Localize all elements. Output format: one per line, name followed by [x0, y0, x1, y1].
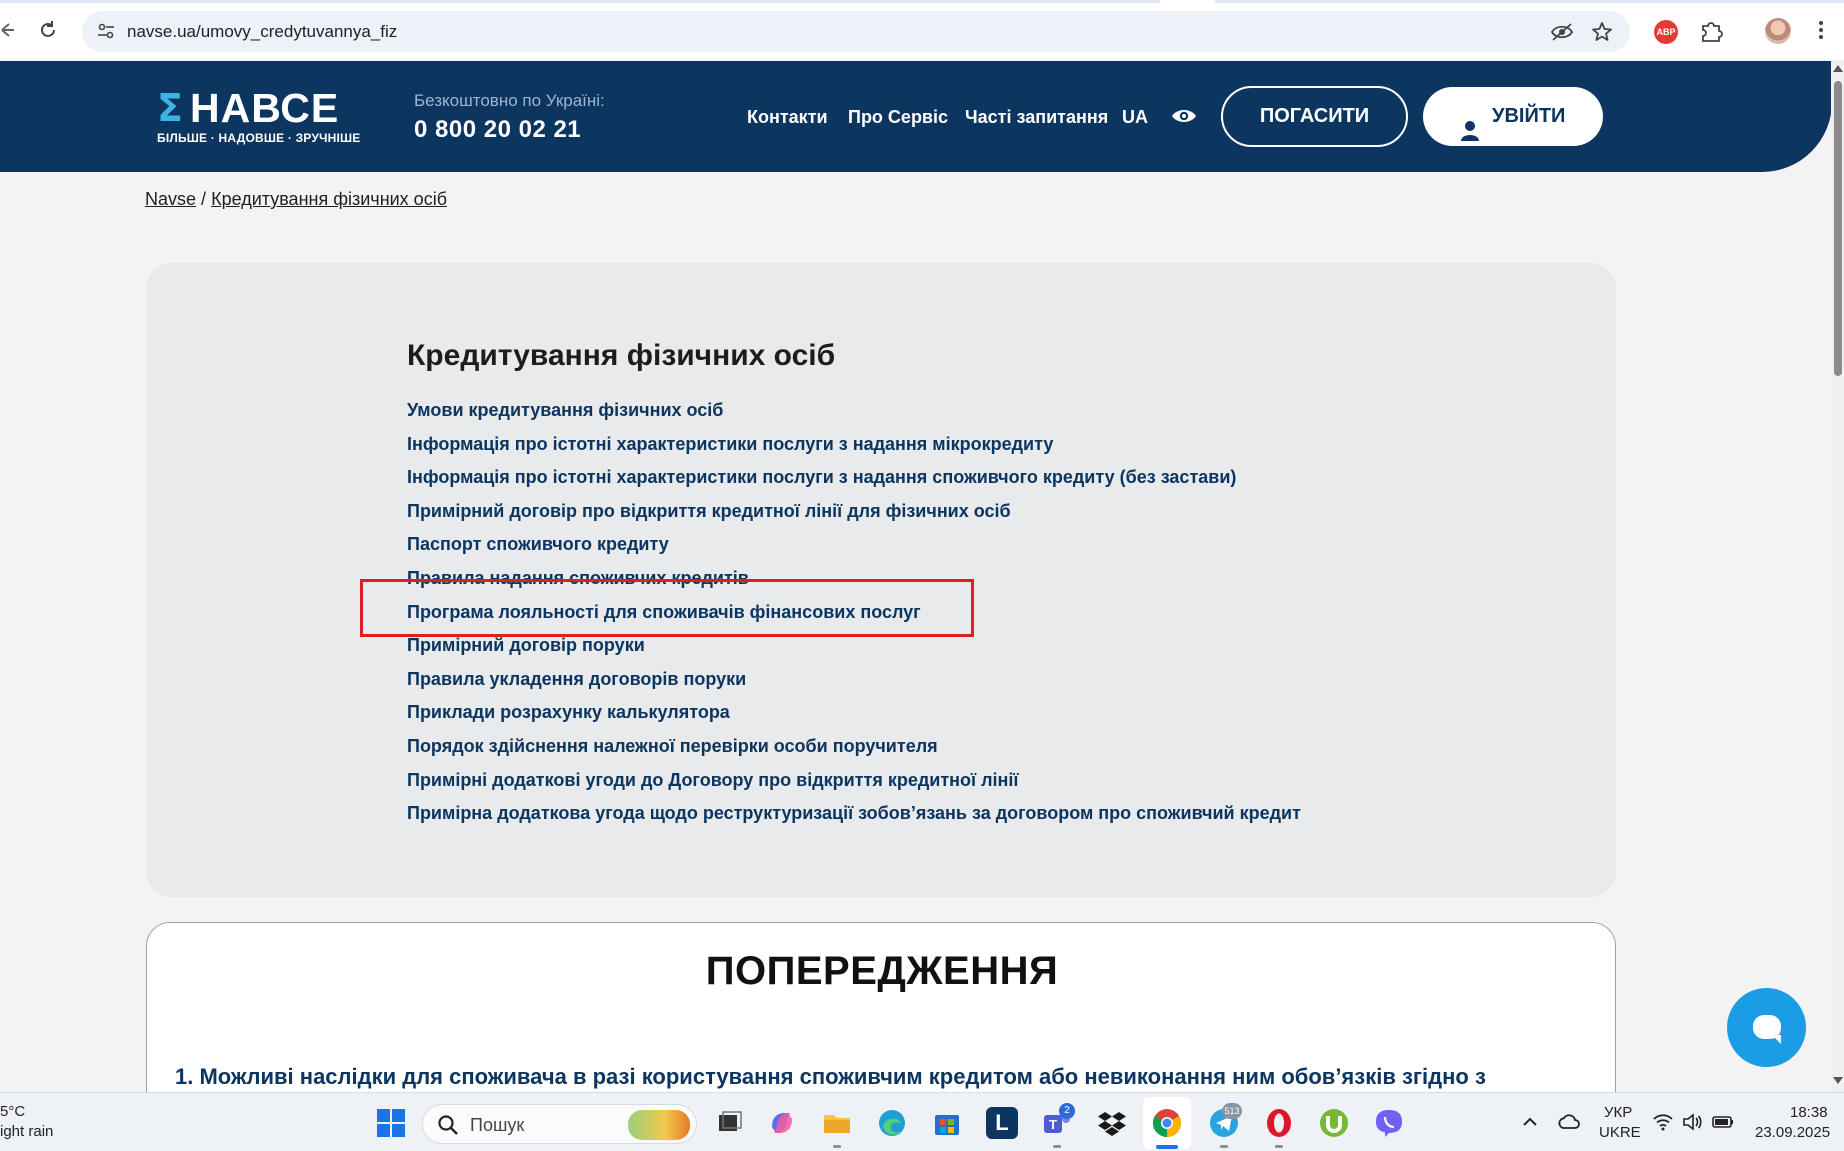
- doc-link-credit-passport[interactable]: Паспорт споживчого кредиту: [407, 533, 1301, 567]
- chrome-icon[interactable]: [1151, 1107, 1183, 1139]
- search-highlight-illustration: [628, 1110, 690, 1140]
- running-indicator: [1220, 1145, 1228, 1148]
- site-logo[interactable]: Σ НАВСЕ БІЛЬШЕ · НАДОВШЕ · ЗРУЧНІШЕ: [157, 86, 382, 146]
- site-info-icon[interactable]: [96, 21, 116, 41]
- onedrive-cloud-icon[interactable]: [1557, 1111, 1581, 1133]
- doc-link-guarantor-check[interactable]: Порядок здійснення належної перевірки ос…: [407, 735, 1301, 769]
- scroll-up-arrow-icon[interactable]: [1833, 65, 1843, 72]
- input-language-bottom[interactable]: UKRE: [1599, 1124, 1641, 1141]
- browser-toolbar: navse.ua/umovy_credytuvannya_fiz ABP: [0, 0, 1844, 60]
- login-button[interactable]: УВІЙТИ: [1423, 87, 1603, 146]
- tracking-protection-eye-icon[interactable]: [1550, 21, 1574, 43]
- active-app-indicator: [1156, 1145, 1178, 1149]
- user-icon: [1461, 106, 1479, 141]
- doc-link-lending-terms[interactable]: Умови кредитування фізичних осіб: [407, 399, 1301, 433]
- weather-description[interactable]: ight rain: [0, 1123, 53, 1140]
- accessibility-eye-icon[interactable]: [1171, 107, 1197, 125]
- logo-sigma-mark: Σ: [157, 86, 183, 130]
- telegram-unread-badge: 513: [1222, 1103, 1242, 1119]
- logo-tagline: БІЛЬШЕ · НАДОВШЕ · ЗРУЧНІШЕ: [157, 131, 361, 145]
- reload-icon[interactable]: [36, 18, 60, 42]
- volume-icon[interactable]: [1681, 1111, 1703, 1133]
- dropbox-icon[interactable]: [1096, 1107, 1128, 1139]
- address-bar[interactable]: navse.ua/umovy_credytuvannya_fiz: [82, 11, 1630, 52]
- svg-text:T: T: [1049, 1117, 1057, 1132]
- tab-strip-edge: [0, 0, 1844, 3]
- os-taskbar: 5°C ight rain Пошук L T 2 513 УКР UKRE 1…: [0, 1092, 1844, 1151]
- copilot-icon[interactable]: [766, 1107, 798, 1139]
- teams-notification-badge: 2: [1059, 1103, 1075, 1119]
- battery-icon[interactable]: [1711, 1111, 1735, 1133]
- clock-date[interactable]: 23.09.2025: [1755, 1124, 1830, 1141]
- warning-item: 1. Можливі наслідки для споживача в разі…: [175, 1064, 1486, 1089]
- show-hidden-icons-chevron-icon[interactable]: [1519, 1111, 1541, 1133]
- doc-link-restructuring-agreement[interactable]: Примірна додаткова угода щодо реструктур…: [407, 802, 1301, 836]
- back-arrow-icon[interactable]: [0, 20, 14, 40]
- page-scrollbar[interactable]: [1831, 61, 1844, 1092]
- highlight-annotation-box: [360, 579, 974, 637]
- language-switcher[interactable]: UA: [1122, 107, 1148, 128]
- weather-temperature[interactable]: 5°C: [0, 1103, 25, 1120]
- extensions-puzzle-icon[interactable]: [1698, 18, 1724, 44]
- breadcrumb-current[interactable]: Кредитування фізичних осіб: [211, 189, 447, 209]
- task-view-icon[interactable]: [713, 1107, 745, 1139]
- hotline-label: Безкоштовно по Україні:: [414, 91, 605, 110]
- repay-button[interactable]: ПОГАСИТИ: [1221, 86, 1408, 147]
- section-title: Кредитування фізичних осіб: [407, 339, 836, 372]
- running-indicator: [1275, 1145, 1283, 1148]
- logo-wordmark: НАВСЕ: [190, 85, 340, 131]
- doc-link-supplementary-agreements[interactable]: Примірні додаткові угоди до Договору про…: [407, 769, 1301, 803]
- doc-link-microcredit-info[interactable]: Інформація про істотні характеристики по…: [407, 433, 1301, 467]
- browser-menu-icon[interactable]: [1816, 18, 1826, 44]
- adblock-plus-icon[interactable]: ABP: [1654, 20, 1678, 44]
- microsoft-store-icon[interactable]: [931, 1107, 963, 1139]
- doc-link-guarantee-rules[interactable]: Правила укладення договорів поруки: [407, 668, 1301, 702]
- nav-contacts[interactable]: Контакти: [747, 107, 828, 128]
- breadcrumb: Navse / Кредитування фізичних осіб: [145, 189, 447, 210]
- breadcrumb-home[interactable]: Navse: [145, 189, 196, 209]
- breadcrumb-separator: /: [201, 189, 207, 209]
- clock-time[interactable]: 18:38: [1790, 1104, 1828, 1121]
- running-indicator: [1053, 1145, 1061, 1148]
- search-icon: [437, 1114, 459, 1136]
- login-button-label: УВІЙТИ: [1492, 105, 1566, 127]
- taskbar-search[interactable]: Пошук: [422, 1104, 697, 1144]
- scroll-down-arrow-icon[interactable]: [1833, 1077, 1843, 1084]
- search-placeholder: Пошук: [470, 1115, 525, 1135]
- doc-link-consumer-credit-info[interactable]: Інформація про істотні характеристики по…: [407, 466, 1301, 500]
- file-explorer-icon[interactable]: [821, 1107, 853, 1139]
- doc-link-guarantee-agreement[interactable]: Примірний договір поруки: [407, 634, 1301, 668]
- hotline-number[interactable]: 0 800 20 02 21: [414, 116, 581, 144]
- viber-icon[interactable]: [1373, 1107, 1405, 1139]
- nav-faq[interactable]: Часті запитання: [965, 107, 1108, 128]
- edge-browser-icon[interactable]: [876, 1107, 908, 1139]
- chat-button[interactable]: [1727, 988, 1806, 1067]
- bookmark-star-icon[interactable]: [1590, 20, 1614, 44]
- utorrent-icon[interactable]: [1318, 1107, 1350, 1139]
- wifi-icon[interactable]: [1652, 1111, 1674, 1133]
- running-indicator: [833, 1145, 841, 1148]
- chat-bubble-icon: [1753, 1015, 1781, 1044]
- site-header: Σ НАВСЕ БІЛЬШЕ · НАДОВШЕ · ЗРУЧНІШЕ Безк…: [0, 61, 1832, 172]
- profile-avatar[interactable]: [1765, 18, 1791, 44]
- url-text[interactable]: navse.ua/umovy_credytuvannya_fiz: [127, 22, 397, 42]
- lingvo-app-icon[interactable]: L: [986, 1107, 1018, 1139]
- doc-link-calculator-examples[interactable]: Приклади розрахунку калькулятора: [407, 701, 1301, 735]
- nav-about-service[interactable]: Про Сервіс: [848, 107, 948, 128]
- doc-link-credit-line-agreement[interactable]: Примірний договір про відкриття кредитно…: [407, 500, 1301, 534]
- opera-icon[interactable]: [1263, 1107, 1295, 1139]
- windows-start-icon[interactable]: [375, 1107, 407, 1139]
- scrollbar-thumb[interactable]: [1834, 81, 1842, 376]
- warning-title: ПОПЕРЕДЖЕННЯ: [705, 949, 1059, 993]
- input-language-top[interactable]: УКР: [1604, 1104, 1632, 1121]
